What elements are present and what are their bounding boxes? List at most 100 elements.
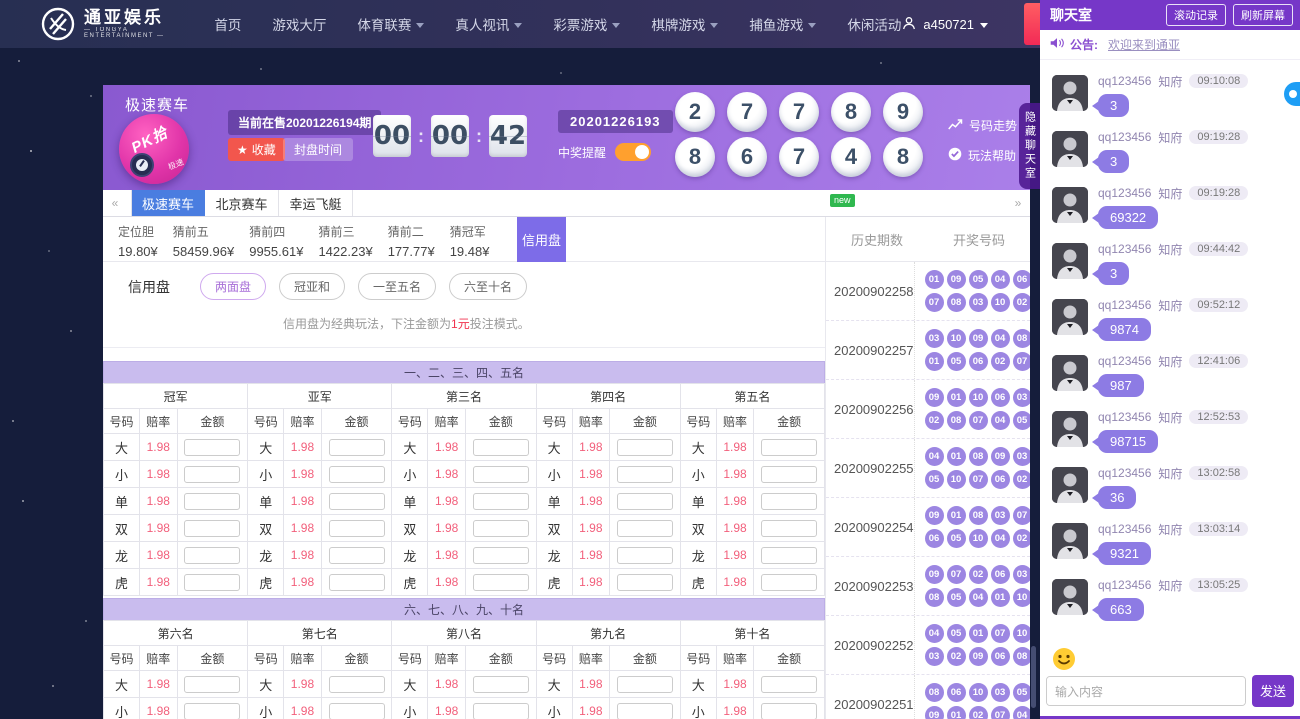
scroll-log-button[interactable]: 滚动记录 xyxy=(1166,4,1226,26)
chat-input[interactable] xyxy=(1046,676,1246,706)
bet-amount-input[interactable] xyxy=(761,493,817,510)
tabs-next-arrow[interactable]: » xyxy=(1006,190,1030,216)
nav-item[interactable]: 游戏大厅 xyxy=(272,14,326,34)
pk10-logo[interactable]: PK拾 极速 xyxy=(119,114,189,184)
bet-amount-input[interactable] xyxy=(617,520,673,537)
mode-pill[interactable]: 六至十名 xyxy=(449,273,527,300)
hide-chat-tab[interactable]: 隐藏聊天室 xyxy=(1019,103,1040,189)
favorite-button[interactable]: ★ 收藏 xyxy=(228,138,285,161)
bet-table-title: 六、七、八、九、十名 xyxy=(103,598,825,620)
bet-amount-input[interactable] xyxy=(184,547,240,564)
nav-item[interactable]: 棋牌游戏 xyxy=(651,14,718,34)
nav-item[interactable]: 休闲活动 xyxy=(847,14,901,34)
bet-odds: 1.98 xyxy=(573,488,610,515)
scrollbar-thumb[interactable] xyxy=(1031,646,1036,708)
tab-game[interactable]: 北京赛车 xyxy=(205,190,279,216)
bet-amount-input[interactable] xyxy=(473,574,529,591)
bet-amount-input[interactable] xyxy=(761,676,817,693)
bet-amount-input[interactable] xyxy=(473,547,529,564)
bet-amount-input[interactable] xyxy=(617,703,673,719)
bet-amount-input[interactable] xyxy=(473,703,529,719)
nav-item[interactable]: 真人视讯 xyxy=(455,14,522,34)
nav-item[interactable]: 彩票游戏 xyxy=(553,14,620,34)
bet-amount-input[interactable] xyxy=(473,520,529,537)
bet-amount-input[interactable] xyxy=(761,703,817,719)
bet-col-headers: 号码赔率金额 xyxy=(104,646,248,671)
help-link[interactable]: 玩法帮助 xyxy=(948,147,1017,164)
tab-game[interactable]: 极速赛车 xyxy=(131,190,205,216)
bet-amount-input[interactable] xyxy=(761,439,817,456)
bet-table-title: 一、二、三、四、五名 xyxy=(103,361,825,383)
bet-amount-input[interactable] xyxy=(184,493,240,510)
bet-amount-input[interactable] xyxy=(184,520,240,537)
stat-label: 猜前五 xyxy=(173,223,234,240)
bet-row: 单1.98 xyxy=(537,488,681,515)
content-body: 信用盘 两面盘冠亚和一至五名六至十名 信用盘为经典玩法，下注金额为1元投注模式。… xyxy=(103,262,1030,719)
bet-odds: 1.98 xyxy=(428,698,465,719)
credit-panel-tab[interactable]: 信用盘 xyxy=(517,217,566,262)
trend-link[interactable]: 号码走势 xyxy=(948,117,1017,134)
win-alert-toggle[interactable] xyxy=(615,143,651,161)
bet-amount-input[interactable] xyxy=(473,466,529,483)
chat-message-head: qq123456知府13:02:58 xyxy=(1098,464,1290,482)
bet-amount-input[interactable] xyxy=(617,439,673,456)
history-ball: 06 xyxy=(991,565,1010,584)
bet-amount-input[interactable] xyxy=(184,439,240,456)
bet-amount-input[interactable] xyxy=(761,520,817,537)
bet-amount-input[interactable] xyxy=(617,676,673,693)
nav-item-label: 游戏大厅 xyxy=(272,14,326,34)
bet-amount-input[interactable] xyxy=(329,439,385,456)
history-ball: 03 xyxy=(969,293,988,312)
send-button[interactable]: 发送 xyxy=(1252,675,1294,707)
bet-amount-input[interactable] xyxy=(473,493,529,510)
bet-amount-input[interactable] xyxy=(617,493,673,510)
brand-logo[interactable]: 通亚娱乐 — TONGYA ENTERTAINMENT — xyxy=(40,6,180,42)
bet-amount-input[interactable] xyxy=(473,439,529,456)
bet-odds: 1.98 xyxy=(140,542,177,569)
bet-amount-input[interactable] xyxy=(617,547,673,564)
bet-amount-input[interactable] xyxy=(329,676,385,693)
side-banner-partial[interactable] xyxy=(1024,3,1040,45)
bet-amount-input[interactable] xyxy=(329,493,385,510)
nav-item[interactable]: 首页 xyxy=(214,14,241,34)
close-time-button[interactable]: 封盘时间 xyxy=(283,138,353,161)
bet-col-header: 赔率 xyxy=(140,646,177,671)
refresh-screen-button[interactable]: 刷新屏幕 xyxy=(1233,4,1293,26)
tabs-prev-arrow[interactable]: « xyxy=(103,190,127,216)
history-issue-header: 历史期数 xyxy=(851,230,903,249)
bet-amount-input[interactable] xyxy=(184,574,240,591)
user-menu[interactable]: a450721 xyxy=(901,15,988,34)
nav-item[interactable]: 体育联赛 xyxy=(357,14,424,34)
bet-col-header: 赔率 xyxy=(428,646,465,671)
bet-amount-input[interactable] xyxy=(617,466,673,483)
stat-item: 猜前二177.77¥ xyxy=(388,223,435,259)
bet-amount-input[interactable] xyxy=(761,466,817,483)
bet-row: 单1.98 xyxy=(104,488,248,515)
bet-amount-cell xyxy=(322,488,393,515)
bet-amount-input[interactable] xyxy=(329,574,385,591)
bet-odds: 1.98 xyxy=(573,515,610,542)
bet-amount-input[interactable] xyxy=(617,574,673,591)
mode-pill[interactable]: 一至五名 xyxy=(358,273,436,300)
bet-amount-input[interactable] xyxy=(184,703,240,719)
chat-message-body: qq123456知府09:19:283 xyxy=(1098,128,1290,173)
bet-odds: 1.98 xyxy=(717,671,754,698)
bet-group-title: 第四名 xyxy=(537,384,681,409)
bet-amount-input[interactable] xyxy=(329,466,385,483)
bet-amount-cell xyxy=(178,461,249,488)
bet-amount-input[interactable] xyxy=(761,547,817,564)
bet-amount-input[interactable] xyxy=(184,676,240,693)
bet-amount-input[interactable] xyxy=(184,466,240,483)
bet-amount-input[interactable] xyxy=(761,574,817,591)
bet-amount-input[interactable] xyxy=(329,520,385,537)
bet-amount-input[interactable] xyxy=(329,703,385,719)
bet-amount-input[interactable] xyxy=(473,676,529,693)
emoji-button[interactable] xyxy=(1052,647,1076,671)
bet-amount-input[interactable] xyxy=(329,547,385,564)
nav-item[interactable]: 捕鱼游戏 xyxy=(749,14,816,34)
user-avatar xyxy=(1052,299,1088,335)
tab-game[interactable]: 幸运飞艇 xyxy=(279,190,353,216)
mode-pill[interactable]: 两面盘 xyxy=(200,273,266,300)
mode-pill[interactable]: 冠亚和 xyxy=(279,273,345,300)
history-ball: 10 xyxy=(1013,624,1030,643)
